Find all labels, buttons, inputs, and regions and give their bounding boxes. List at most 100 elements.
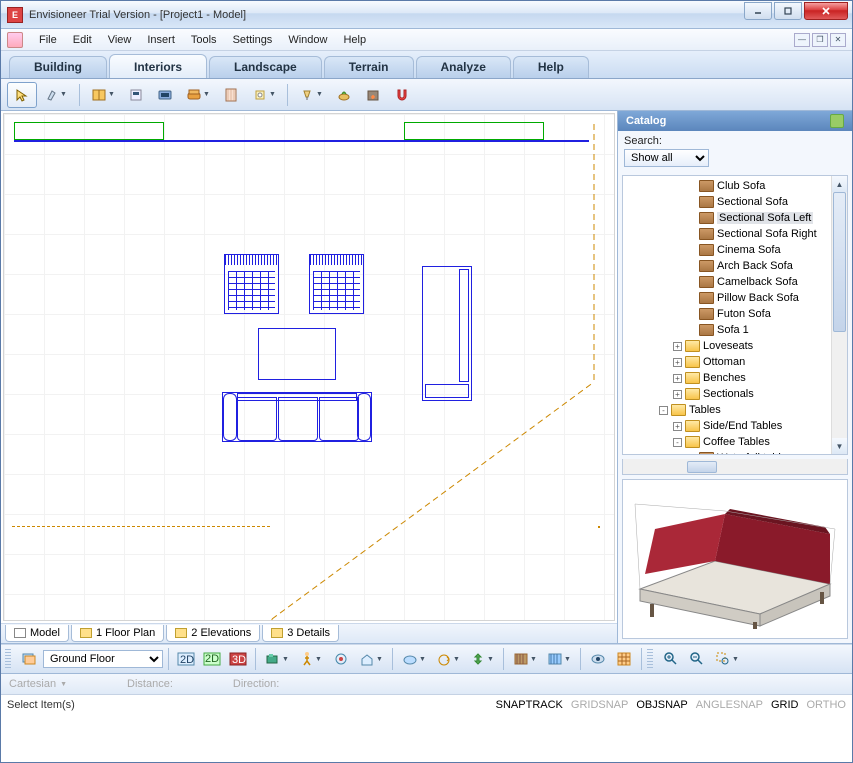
viewtab-1-floor-plan[interactable]: 1 Floor Plan	[71, 625, 164, 642]
mdi-close-button[interactable]: ✕	[830, 33, 846, 47]
tab-help[interactable]: Help	[513, 56, 589, 78]
vscroll-thumb[interactable]	[833, 192, 846, 332]
menu-settings[interactable]: Settings	[225, 31, 281, 49]
select-tool-button[interactable]	[7, 82, 37, 108]
svg-text:2D: 2D	[180, 654, 194, 666]
target-button[interactable]	[329, 647, 353, 671]
render-button[interactable]: ▼	[398, 647, 430, 671]
tree-item[interactable]: +Loveseats	[623, 338, 831, 354]
menu-tools[interactable]: Tools	[183, 31, 225, 49]
camera-button[interactable]: ▼	[261, 647, 293, 671]
snap-anglesnap[interactable]: ANGLESNAP	[696, 699, 763, 711]
eye-button[interactable]	[586, 647, 610, 671]
window-covering-button[interactable]	[217, 82, 245, 108]
window-title: Envisioneer Trial Version - [Project1 - …	[29, 9, 744, 21]
tab-building[interactable]: Building	[9, 56, 107, 78]
layers-button[interactable]	[17, 647, 41, 671]
tree-item[interactable]: Waterfall table	[623, 450, 831, 454]
tree-item[interactable]: Arch Back Sofa	[623, 258, 831, 274]
viewtab-model[interactable]: Model	[5, 625, 69, 642]
orbit-button[interactable]: ▼	[432, 647, 464, 671]
shade-button[interactable]: ▼	[509, 647, 541, 671]
pin-icon[interactable]	[830, 114, 844, 128]
menu-window[interactable]: Window	[280, 31, 335, 49]
shade2-button[interactable]: ▼	[543, 647, 575, 671]
menu-file[interactable]: File	[31, 31, 65, 49]
tree-item[interactable]: +Ottoman	[623, 354, 831, 370]
house-view-button[interactable]: ▼	[355, 647, 387, 671]
tree-item[interactable]: Cinema Sofa	[623, 242, 831, 258]
tree-item[interactable]: -Coffee Tables	[623, 434, 831, 450]
furniture-chair[interactable]	[309, 254, 364, 314]
tab-terrain[interactable]: Terrain	[324, 56, 414, 78]
drawing-canvas[interactable]	[3, 113, 615, 621]
snap-ortho[interactable]: ORTHO	[806, 699, 846, 711]
tree-item[interactable]: Futon Sofa	[623, 306, 831, 322]
app-menu-icon[interactable]	[7, 32, 23, 48]
furniture-chair[interactable]	[224, 254, 279, 314]
interiors-toolbar: ▼ ▼ ▼ ▼ ▼	[1, 79, 852, 111]
catalog-preview	[622, 479, 848, 639]
fireplace-button[interactable]	[359, 82, 387, 108]
menu-insert[interactable]: Insert	[139, 31, 183, 49]
minimize-button[interactable]	[744, 2, 772, 20]
mdi-minimize-button[interactable]: —	[794, 33, 810, 47]
tree-item[interactable]: Sofa 1	[623, 322, 831, 338]
view-2d-button[interactable]: 2D	[174, 647, 198, 671]
snap-snaptrack[interactable]: SNAPTRACK	[496, 699, 563, 711]
tree-item[interactable]: Sectional Sofa Left	[623, 210, 831, 226]
walk-button[interactable]: ▼	[295, 647, 327, 671]
mdi-restore-button[interactable]: ❐	[812, 33, 828, 47]
zoom-window-button[interactable]: ▼	[711, 647, 743, 671]
furniture-sectional[interactable]	[422, 266, 472, 401]
tab-analyze[interactable]: Analyze	[416, 56, 511, 78]
grid-toggle-button[interactable]	[612, 647, 636, 671]
pan-button[interactable]: ▼	[466, 647, 498, 671]
tree-item[interactable]: Club Sofa	[623, 178, 831, 194]
tree-item[interactable]: Sectional Sofa	[623, 194, 831, 210]
tab-interiors[interactable]: Interiors	[109, 54, 207, 78]
hscrollbar[interactable]	[622, 459, 848, 475]
furniture-sofa[interactable]	[222, 392, 372, 442]
tree-item[interactable]: Camelback Sofa	[623, 274, 831, 290]
filter-select[interactable]: Show all	[624, 149, 709, 167]
menu-edit[interactable]: Edit	[65, 31, 100, 49]
title-bar: E Envisioneer Trial Version - [Project1 …	[1, 1, 852, 29]
lighting-button[interactable]: ▼	[293, 82, 329, 108]
tree-item[interactable]: +Benches	[623, 370, 831, 386]
zoom-out-button[interactable]	[685, 647, 709, 671]
snap-grid[interactable]: GRID	[771, 699, 799, 711]
status-bar: Select Item(s) SNAPTRACKGRIDSNAPOBJSNAPA…	[1, 694, 852, 714]
zoom-in-button[interactable]	[659, 647, 683, 671]
snap-gridsnap[interactable]: GRIDSNAP	[571, 699, 628, 711]
appliance-button[interactable]	[122, 82, 150, 108]
paint-tool-button[interactable]: ▼	[38, 82, 74, 108]
tab-landscape[interactable]: Landscape	[209, 56, 322, 78]
view-2d3d-button[interactable]: 2D	[200, 647, 224, 671]
magnet-button[interactable]	[388, 82, 416, 108]
view-3d-button[interactable]: 3D	[226, 647, 250, 671]
floor-select[interactable]: Ground Floor	[43, 650, 163, 668]
cabinet-button[interactable]: ▼	[85, 82, 121, 108]
viewtab-2-elevations[interactable]: 2 Elevations	[166, 625, 260, 642]
viewtab-3-details[interactable]: 3 Details	[262, 625, 339, 642]
tree-item[interactable]: -Tables	[623, 402, 831, 418]
menu-help[interactable]: Help	[335, 31, 374, 49]
accessory-button[interactable]	[330, 82, 358, 108]
tree-item[interactable]: +Sectionals	[623, 386, 831, 402]
catalog-header: Catalog	[618, 111, 852, 131]
snap-objsnap[interactable]: OBJSNAP	[636, 699, 687, 711]
electronics-button[interactable]	[151, 82, 179, 108]
plumbing-button[interactable]: ▼	[246, 82, 282, 108]
menu-view[interactable]: View	[100, 31, 140, 49]
catalog-tree[interactable]: Club SofaSectional SofaSectional Sofa Le…	[622, 175, 848, 455]
furniture-button[interactable]: ▼	[180, 82, 216, 108]
close-button[interactable]	[804, 2, 848, 20]
tree-item[interactable]: Pillow Back Sofa	[623, 290, 831, 306]
tree-item[interactable]: +Side/End Tables	[623, 418, 831, 434]
coord-mode[interactable]: Cartesian▼	[9, 678, 67, 690]
tree-item[interactable]: Sectional Sofa Right	[623, 226, 831, 242]
maximize-button[interactable]	[774, 2, 802, 20]
vscrollbar[interactable]: ▲ ▼	[831, 176, 847, 454]
furniture-coffee-table[interactable]	[258, 328, 336, 380]
